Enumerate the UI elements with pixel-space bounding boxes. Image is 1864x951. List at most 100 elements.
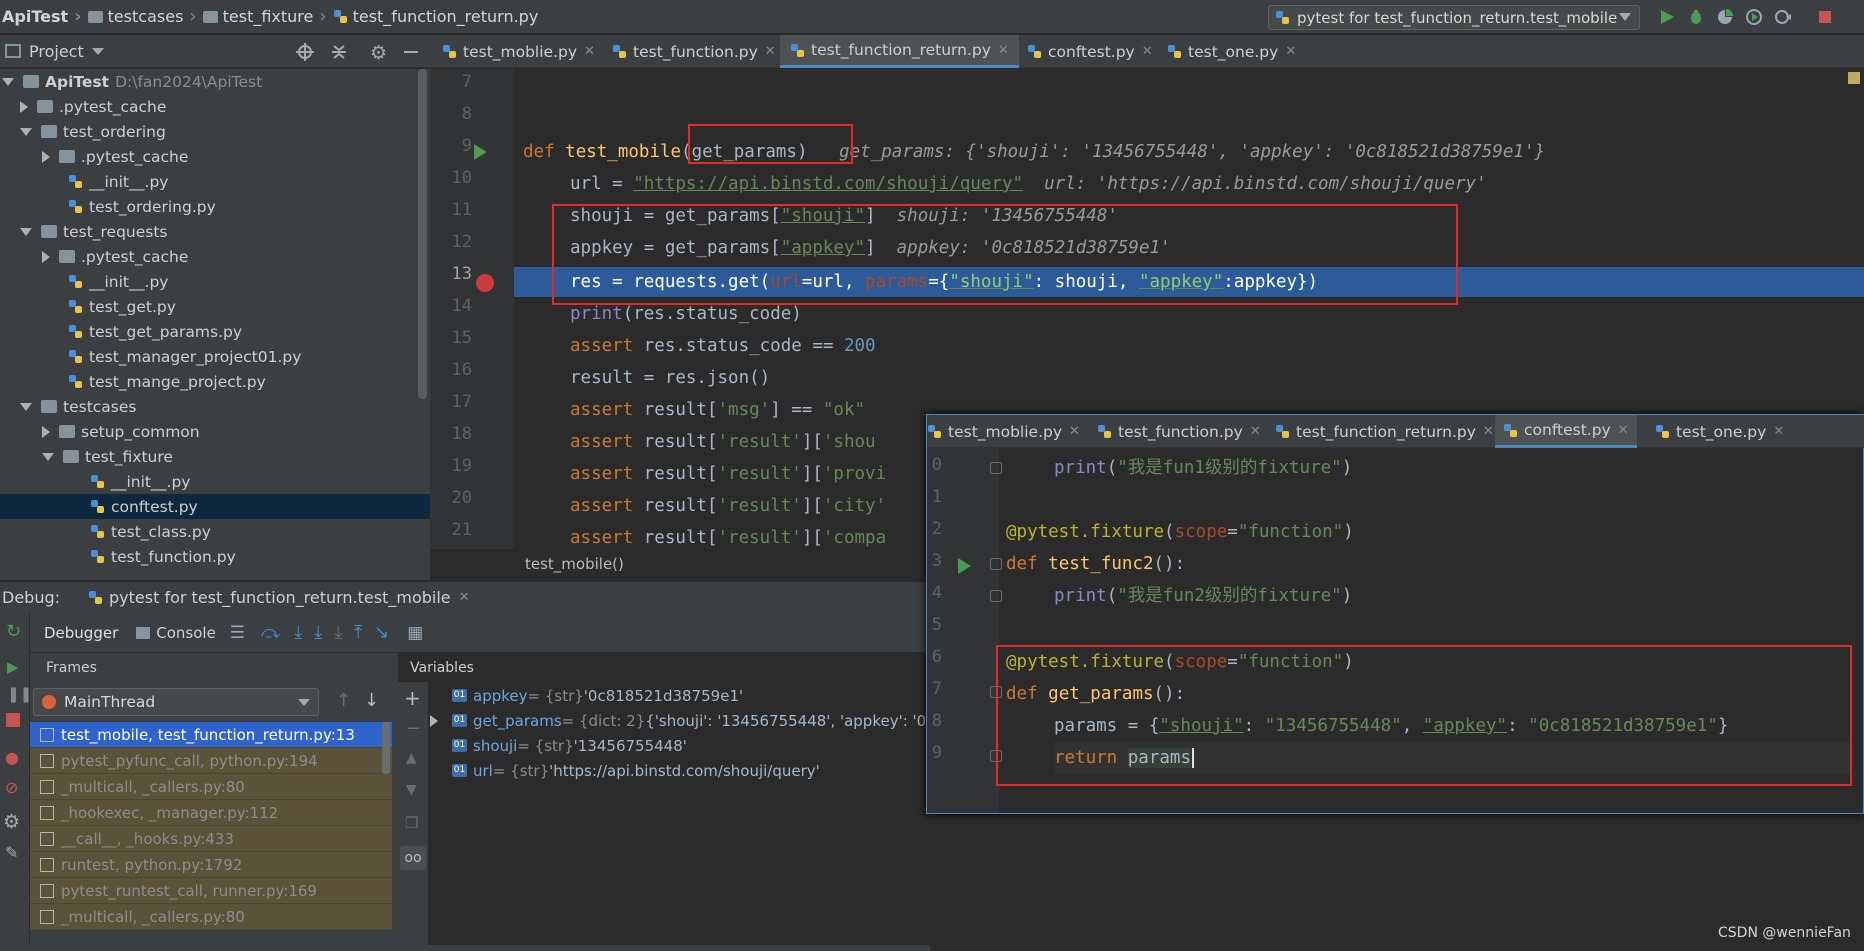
frames-scrollbar[interactable] xyxy=(382,722,390,774)
tree-item-pytest-cache[interactable]: .pytest_cache xyxy=(0,144,430,169)
step-over-icon[interactable]: ⤼ xyxy=(261,622,280,643)
tree-item-testcases[interactable]: testcases xyxy=(0,394,430,419)
tab-test-one[interactable]: test_one.py ✕ xyxy=(1655,415,1784,448)
tree-item-test-class[interactable]: test_class.py xyxy=(0,519,430,544)
tab-debugger[interactable]: Debugger xyxy=(44,624,118,642)
step-into-my-code-icon[interactable]: ⤓ xyxy=(314,622,322,643)
menu-icon[interactable]: ☰ xyxy=(230,623,245,643)
tree-item-test-function[interactable]: test_function.py xyxy=(0,544,430,569)
tree-item-test-get-params[interactable]: test_get_params.py xyxy=(0,319,430,344)
tree-item-init[interactable]: __init__.py xyxy=(0,169,430,194)
close-icon[interactable]: ✕ xyxy=(1285,44,1296,59)
tab-test-function-return[interactable]: test_function_return.py ✕ xyxy=(780,35,1019,68)
debug-icon[interactable] xyxy=(1687,8,1705,26)
tree-item-init[interactable]: __init__.py xyxy=(0,269,430,294)
frame-item[interactable]: _hookexec, _manager.py:112 xyxy=(30,800,392,826)
editor-breadcrumb[interactable]: test_mobile() xyxy=(430,549,930,579)
step-out-icon[interactable]: ⤒ xyxy=(354,622,362,643)
run-gutter-icon[interactable] xyxy=(474,144,487,160)
tab-test-moblie[interactable]: test_moblie.py ✕ xyxy=(442,35,595,68)
frame-item[interactable]: __call__, _hooks.py:433 xyxy=(30,826,392,852)
fold-icon[interactable] xyxy=(990,462,1002,474)
frame-item[interactable]: _multicall, _callers.py:80 xyxy=(30,774,392,800)
resume-icon[interactable]: ▶ xyxy=(7,658,19,676)
tree-item-pytest-cache[interactable]: .pytest_cache xyxy=(0,244,430,269)
tab-console[interactable]: Console xyxy=(136,624,216,642)
tab-test-one[interactable]: test_one.py ✕ xyxy=(1167,35,1296,68)
evaluate-expression-icon[interactable]: ▦ xyxy=(407,623,423,643)
remove-watch-icon[interactable]: − xyxy=(406,718,421,739)
run-with-options-icon[interactable] xyxy=(1774,8,1792,26)
breadcrumb-testcases[interactable]: testcases › xyxy=(82,6,197,27)
breadcrumb-test-fixture[interactable]: test_fixture › xyxy=(197,6,327,27)
run-icon[interactable] xyxy=(1658,8,1676,26)
breadcrumb-file[interactable]: test_function_return.py xyxy=(333,7,538,26)
gear-icon[interactable]: ⚙ xyxy=(370,42,387,64)
tree-item-test-ordering[interactable]: test_ordering xyxy=(0,119,430,144)
frame-item[interactable]: pytest_pyfunc_call, python.py:194 xyxy=(30,748,392,774)
stop-icon[interactable] xyxy=(6,713,20,727)
pin-icon[interactable]: ✎ xyxy=(5,843,18,862)
locate-icon[interactable] xyxy=(296,43,314,65)
tree-item-test-manager-project01[interactable]: test_manager_project01.py xyxy=(0,344,430,369)
tab-conftest[interactable]: conftest.py ✕ xyxy=(1027,35,1153,68)
variable-row[interactable]: 01 shouji = {str} '13456755448' xyxy=(452,733,687,758)
chevron-down-icon[interactable] xyxy=(20,127,32,136)
tree-item-init[interactable]: __init__.py xyxy=(0,469,430,494)
hide-icon[interactable] xyxy=(404,51,418,53)
close-icon[interactable]: ✕ xyxy=(765,44,776,59)
frame-item[interactable]: test_mobile, test_function_return.py:13 xyxy=(30,722,392,748)
chevron-down-icon[interactable] xyxy=(20,227,32,236)
arrow-up-icon[interactable]: ↑ xyxy=(336,690,351,711)
stop-icon[interactable] xyxy=(1816,8,1834,26)
run-configuration-select[interactable]: pytest for test_function_return.test_mob… xyxy=(1268,5,1640,30)
variable-row[interactable]: 01 url = {str} 'https://api.binstd.com/sh… xyxy=(452,758,820,783)
tree-scrollbar[interactable] xyxy=(418,69,427,399)
variable-row[interactable]: 01 get_params = {dict: 2} {'shouji': '134… xyxy=(430,708,954,733)
tree-item-conftest[interactable]: conftest.py xyxy=(0,494,430,519)
rerun-icon[interactable]: ↻ xyxy=(6,621,21,642)
tree-item-test-fixture[interactable]: test_fixture xyxy=(0,444,430,469)
variable-row[interactable]: 01 appkey = {str} '0c818521d38759e1' xyxy=(452,683,743,708)
run-to-cursor-icon[interactable]: ↘ xyxy=(374,622,389,643)
tab-test-moblie[interactable]: test_moblie.py ✕ xyxy=(927,415,1080,448)
close-icon[interactable]: ✕ xyxy=(1773,424,1784,439)
move-up-icon[interactable]: ▲ xyxy=(406,750,417,766)
view-breakpoints-icon[interactable]: ● xyxy=(5,748,19,767)
close-icon[interactable]: ✕ xyxy=(998,43,1009,58)
chevron-right-icon[interactable] xyxy=(20,100,28,113)
pause-icon[interactable]: ❚❚ xyxy=(7,685,32,703)
frame-item[interactable]: _multicall, _callers.py:80 xyxy=(30,904,392,930)
watches-toggle-icon[interactable]: oo xyxy=(400,846,426,870)
breadcrumb-project[interactable]: ApiTest › xyxy=(0,6,82,27)
close-icon[interactable]: ✕ xyxy=(1250,424,1261,439)
tab-conftest[interactable]: conftest.py ✕ xyxy=(1495,415,1637,448)
close-icon[interactable]: ✕ xyxy=(459,590,470,605)
tab-test-function-return[interactable]: test_function_return.py ✕ xyxy=(1275,415,1494,448)
chevron-right-icon[interactable] xyxy=(42,150,50,163)
debug-session-tab[interactable]: pytest for test_function_return.test_mob… xyxy=(109,588,451,607)
chevron-down-icon[interactable] xyxy=(2,77,14,86)
chevron-down-icon[interactable] xyxy=(20,402,32,411)
tree-item-test-get[interactable]: test_get.py xyxy=(0,294,430,319)
tree-item-apitest[interactable]: ApiTest D:\fan2024\ApiTest xyxy=(0,69,430,94)
chevron-right-icon[interactable] xyxy=(42,250,50,263)
close-icon[interactable]: ✕ xyxy=(1618,423,1629,438)
close-icon[interactable]: ✕ xyxy=(1069,424,1080,439)
run-gutter-icon[interactable] xyxy=(958,558,971,574)
chevron-down-icon[interactable] xyxy=(91,47,104,55)
copy-icon[interactable]: ❐ xyxy=(405,814,418,832)
tree-item-setup-common[interactable]: setup_common xyxy=(0,419,430,444)
move-down-icon[interactable]: ▼ xyxy=(406,782,417,798)
close-icon[interactable]: ✕ xyxy=(584,44,595,59)
close-icon[interactable]: ✕ xyxy=(1483,424,1494,439)
tab-test-function[interactable]: test_function.py ✕ xyxy=(1097,415,1261,448)
chevron-right-icon[interactable] xyxy=(430,714,438,727)
force-step-into-icon[interactable]: ⤓ xyxy=(334,622,342,643)
chevron-right-icon[interactable] xyxy=(42,425,50,438)
breakpoint-icon[interactable] xyxy=(476,274,494,292)
frame-item[interactable]: pytest_runtest_call, runner.py:169 xyxy=(30,878,392,904)
inspection-indicator-icon[interactable] xyxy=(1848,72,1860,84)
frame-item[interactable]: runtest, python.py:1792 xyxy=(30,852,392,878)
thread-select[interactable]: MainThread xyxy=(33,688,319,716)
